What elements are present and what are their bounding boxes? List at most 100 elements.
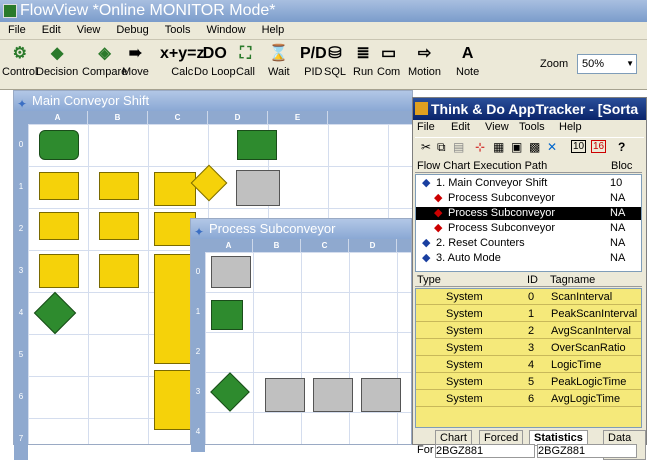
status-right: 2BGZ881 (537, 444, 637, 458)
track-icon[interactable]: ⊹ (475, 140, 485, 154)
tree-item[interactable]: ◆ 2. Reset Counters NA (416, 237, 641, 250)
tool-do-loop[interactable]: DO Do Loop (194, 42, 236, 78)
tree-item[interactable]: ◆ Process Subconveyor NA (416, 207, 641, 220)
tool-motion[interactable]: ⇨ Motion (408, 42, 441, 78)
cut-icon[interactable]: ✂ (421, 140, 431, 154)
copy-icon[interactable]: ⧉ (437, 140, 446, 155)
column-header-C: C (148, 111, 208, 124)
menu-edit[interactable]: Edit (34, 22, 69, 38)
flowchart-icon: ◆ (422, 177, 431, 189)
column-header-A: A (205, 239, 253, 252)
row-header-2: 2 (14, 208, 28, 250)
tracker-menu-view[interactable]: View (485, 121, 509, 133)
chevron-down-icon[interactable]: ▼ (626, 55, 634, 73)
motion-icon: ⇨ (417, 45, 432, 62)
tool-wait[interactable]: ⌛ Wait (268, 42, 290, 78)
row-type: System (446, 393, 483, 405)
tree-item-value: NA (610, 207, 626, 219)
table-row[interactable]: System 5 PeakLogicTime (416, 374, 641, 390)
doloop-icon: DO (202, 45, 227, 62)
row-header-0: 0 (14, 124, 28, 166)
row-header-1: 1 (191, 292, 205, 332)
grid-line (148, 124, 149, 444)
tool-sql[interactable]: ⛁ SQL (324, 42, 346, 78)
table-header-type: Type (417, 274, 441, 286)
menu-tools[interactable]: Tools (157, 22, 199, 38)
decision-icon: ◆ (50, 45, 64, 62)
tool-label: Do Loop (194, 66, 236, 78)
sub-window-titlebar: ✦ Process Subconveyor (191, 219, 411, 239)
zoom-select[interactable]: 50% ▼ (577, 54, 637, 74)
tree-item[interactable]: ◆ 3. Auto Mode NA (416, 252, 641, 265)
table-row[interactable]: System 3 OverScanRatio (416, 340, 641, 356)
menu-view[interactable]: View (69, 22, 109, 38)
tool-label: Motion (408, 66, 442, 78)
control-block (99, 212, 139, 240)
note-icon: A (461, 45, 474, 62)
tool-run[interactable]: ≣ Run (353, 42, 373, 78)
tool-label: Decision (36, 66, 79, 78)
fit-icon[interactable]: ✕ (547, 140, 557, 154)
tree-item[interactable]: ◆ 1. Main Conveyor Shift 10 (416, 177, 641, 190)
row-id: 5 (528, 376, 535, 388)
menu-file[interactable]: File (0, 22, 34, 38)
column-header-D: D (208, 111, 268, 124)
help-icon[interactable]: ? (618, 140, 625, 154)
column-header-E: E (268, 111, 328, 124)
tool-label: Note (456, 66, 480, 78)
tracker-menu-tools[interactable]: Tools (519, 121, 545, 133)
tool-label: Compare (82, 66, 128, 78)
menu-debug[interactable]: Debug (108, 22, 156, 38)
tool-label: SQL (324, 66, 347, 78)
tree-item[interactable]: ◆ Process Subconveyor NA (416, 222, 641, 235)
tracker-menu-edit[interactable]: Edit (451, 121, 470, 133)
table-row[interactable]: System 1 PeakScanInterval (416, 306, 641, 322)
row-header-0: 0 (191, 252, 205, 292)
tool-pid[interactable]: P/D PID (300, 42, 327, 78)
chart-icon[interactable]: ▦ (493, 140, 504, 154)
row-type: System (446, 325, 483, 337)
tree-item[interactable]: ◆ Process Subconveyor NA (416, 192, 641, 205)
tool-move[interactable]: ➠ Move (122, 42, 149, 78)
row-id: 1 (528, 308, 535, 320)
tool-control[interactable]: ⚙ Control (2, 42, 37, 78)
tree-item-value: NA (610, 222, 626, 234)
row-id: 0 (528, 291, 535, 303)
paste-icon[interactable]: ▤ (453, 140, 464, 154)
control-icon: ⚙ (12, 45, 27, 62)
grid-line (205, 372, 411, 373)
menu-help[interactable]: Help (254, 22, 293, 38)
tool-call[interactable]: ⛶ Call (236, 42, 255, 78)
table-row[interactable]: System 4 LogicTime (416, 357, 641, 373)
table-row[interactable]: System 0 ScanInterval (416, 289, 641, 305)
row-header-2: 2 (191, 332, 205, 372)
subroutine-icon: ◆ (434, 222, 443, 234)
grid-line (301, 252, 302, 444)
sub-window-title: Process Subconveyor (209, 221, 336, 236)
base16-icon[interactable]: 16 (591, 140, 607, 153)
tool-label: Wait (268, 66, 290, 78)
base10-icon[interactable]: 10 (571, 140, 587, 153)
grid-line (349, 252, 350, 444)
table-row[interactable]: System 6 AvgLogicTime (416, 391, 641, 407)
tool-label: Run (353, 66, 374, 78)
grid-line (205, 292, 411, 293)
subroutine-icon: ◆ (434, 207, 443, 219)
tracker-menu-file[interactable]: File (417, 121, 435, 133)
tracker-menu-help[interactable]: Help (559, 121, 582, 133)
tool-decision[interactable]: ◆ Decision (36, 42, 78, 78)
menu-window[interactable]: Window (198, 22, 253, 38)
grid-icon[interactable]: ▩ (529, 140, 540, 154)
row-type: System (446, 359, 483, 371)
table-row[interactable]: System 2 AvgScanInterval (416, 323, 641, 339)
grid-line (28, 208, 412, 209)
tool-note[interactable]: A Note (456, 42, 479, 78)
tool-com[interactable]: ▭ Com (377, 42, 400, 78)
grid-line (205, 412, 411, 413)
apptracker-titlebar: Think & Do AppTracker - [Sorta (413, 98, 646, 120)
tree-item-label: Process Subconveyor (448, 192, 555, 204)
tree-item-value: NA (610, 192, 626, 204)
tool-compare[interactable]: ◈ Compare (82, 42, 127, 78)
monitor-icon[interactable]: ▣ (511, 140, 522, 154)
grid-line (88, 124, 89, 444)
